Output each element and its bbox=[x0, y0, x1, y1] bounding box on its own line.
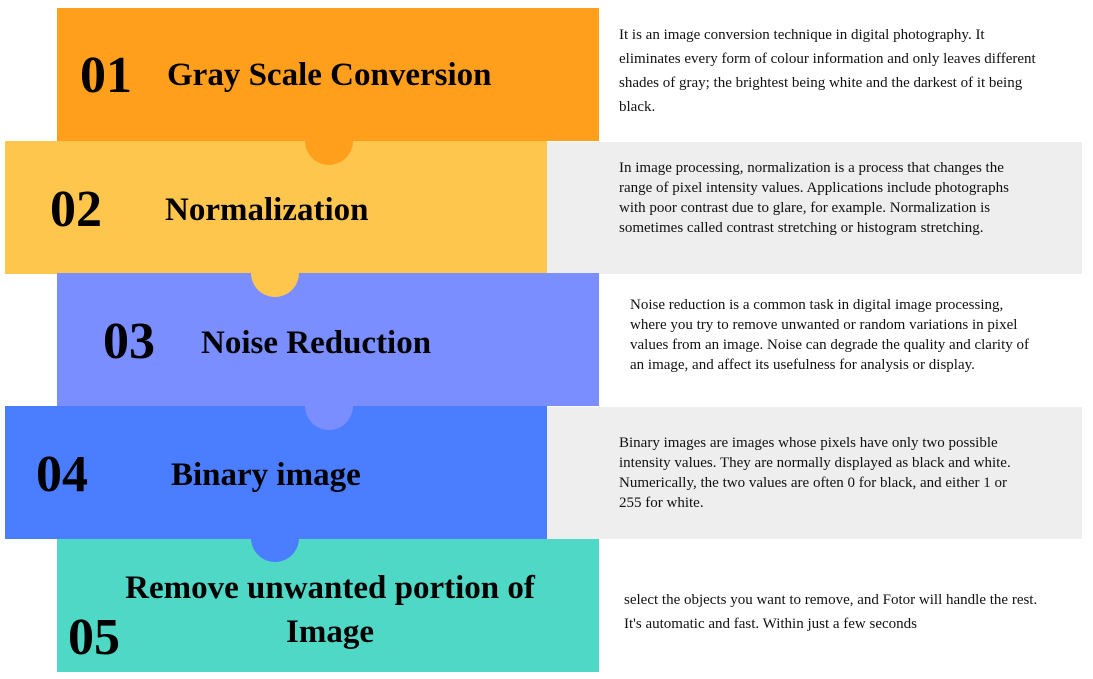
step-2-title: Normalization bbox=[165, 192, 369, 228]
step-3-number: 03 bbox=[103, 313, 155, 370]
step-5-description: select the objects you want to remove, a… bbox=[624, 592, 1038, 632]
step-3-description: Noise reduction is a common task in digi… bbox=[630, 297, 1030, 373]
step-4-connector-knob bbox=[251, 514, 299, 562]
step-4-title: Binary image bbox=[171, 457, 361, 493]
step-5-title: Remove unwanted portion of Image bbox=[125, 570, 535, 650]
step-1-connector-knob bbox=[305, 117, 353, 165]
step-3-title: Noise Reduction bbox=[201, 325, 432, 361]
step-4-number: 04 bbox=[36, 446, 88, 503]
step-2-connector-knob bbox=[251, 249, 299, 297]
step-5-number: 05 bbox=[68, 609, 120, 666]
step-1-description: It is an image conversion technique in d… bbox=[619, 27, 1036, 115]
step-3-connector-knob bbox=[305, 382, 353, 430]
step-1-title: Gray Scale Conversion bbox=[167, 57, 492, 93]
step-2-number: 02 bbox=[50, 181, 102, 238]
step-1-number: 01 bbox=[80, 47, 132, 104]
step-2-description: In image processing, normalization is a … bbox=[619, 160, 1009, 236]
step-4-description: Binary images are images whose pixels ha… bbox=[619, 435, 1011, 511]
